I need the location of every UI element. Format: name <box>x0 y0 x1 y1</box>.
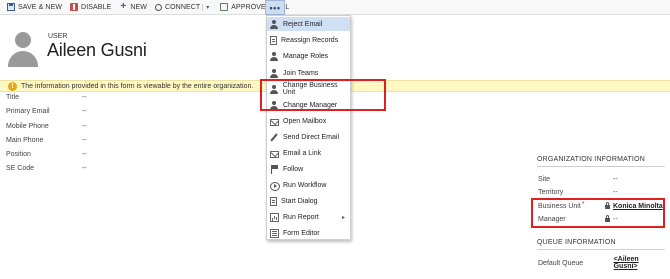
more-commands-menu: Reject Email Reassign Records Manage Rol… <box>266 15 351 240</box>
connect-label: CONNECT <box>164 3 201 11</box>
menu-item-email-a-link[interactable]: Email a Link <box>267 146 350 160</box>
connect-icon <box>154 3 162 11</box>
avatar-head-shape <box>15 32 31 48</box>
menu-item-label: Follow <box>283 165 304 173</box>
field-label: Mobile Phone <box>6 122 49 130</box>
field-value[interactable]: -- <box>82 123 87 130</box>
command-bar: SAVE & NEW DISABLE + NEW CONNECT ▾ APPRO… <box>0 0 670 15</box>
section-divider <box>537 166 665 167</box>
disable-icon <box>70 3 79 11</box>
menu-item-run-workflow[interactable]: Run Workflow <box>267 178 350 192</box>
menu-item-label: Start Dialog <box>281 197 318 205</box>
field-row-se-code: SE Code -- <box>6 163 246 174</box>
menu-item-label: Run Report <box>283 213 319 221</box>
field-label: Title <box>6 94 19 101</box>
menu-item-label: Reject Email <box>283 20 323 28</box>
general-fields: Title -- Primary Email -- Mobile Phone -… <box>6 92 246 178</box>
menu-item-label: Run Workflow <box>283 181 327 189</box>
menu-item-label: Reassign Records <box>281 36 339 44</box>
save-new-label: SAVE & NEW <box>18 3 63 11</box>
menu-item-label: Manage Roles <box>283 52 329 60</box>
field-row-main-phone: Main Phone -- <box>6 135 246 146</box>
mail-icon <box>270 150 279 158</box>
menu-item-manage-roles[interactable]: Manage Roles <box>267 49 350 63</box>
mail-icon <box>270 118 279 126</box>
field-label: SE Code <box>6 165 35 173</box>
document-icon <box>270 196 277 206</box>
highlight-box-menu-items <box>260 79 386 111</box>
approve-icon <box>220 3 229 11</box>
record-title: Aileen Gusni <box>47 40 147 60</box>
person-icon <box>270 19 279 29</box>
section-divider <box>537 249 665 250</box>
field-value[interactable]: -- <box>82 108 87 115</box>
menu-item-label: Send Direct Email <box>283 133 340 141</box>
menu-item-label: Form Editor <box>283 229 320 237</box>
menu-item-follow[interactable]: Follow <box>267 162 350 176</box>
connect-button[interactable]: CONNECT ▾ <box>151 0 216 15</box>
field-row-title: Title -- <box>6 92 246 103</box>
default-queue-label: Default Queue <box>538 259 584 267</box>
menu-item-label: Join Teams <box>283 69 319 77</box>
person-icon <box>270 68 279 78</box>
connect-dropdown-icon[interactable]: ▾ <box>202 3 212 11</box>
menu-item-form-editor[interactable]: Form Editor <box>267 226 350 240</box>
new-button[interactable]: + NEW <box>115 0 151 15</box>
site-field: Site -- <box>538 174 663 184</box>
organization-information-heading: ORGANIZATION INFORMATION <box>537 156 645 163</box>
default-queue-field: Default Queue <Aileen Gusni> <box>538 256 663 270</box>
submenu-arrow-icon: ▸ <box>341 214 345 221</box>
field-value[interactable]: -- <box>82 94 87 101</box>
menu-item-open-mailbox[interactable]: Open Mailbox <box>267 114 350 128</box>
field-value[interactable]: -- <box>82 151 87 158</box>
queue-information-heading: QUEUE INFORMATION <box>537 239 616 246</box>
warning-icon: ! <box>8 81 17 91</box>
default-queue-link[interactable]: <Aileen Gusni> <box>614 256 663 270</box>
disable-button[interactable]: DISABLE <box>66 0 115 15</box>
highlight-box-org-fields <box>531 198 665 228</box>
menu-item-join-teams[interactable]: Join Teams <box>267 66 350 80</box>
field-value[interactable]: -- <box>82 137 87 144</box>
plus-icon: + <box>120 1 127 12</box>
document-icon <box>270 35 277 45</box>
territory-value[interactable]: -- <box>613 189 618 196</box>
field-label: Primary Email <box>6 108 50 116</box>
workflow-icon <box>270 181 280 191</box>
field-label: Main Phone <box>6 136 44 144</box>
avatar[interactable] <box>8 31 38 67</box>
pen-icon <box>270 133 279 142</box>
site-label: Site <box>538 175 551 183</box>
menu-item-label: Email a Link <box>283 149 322 157</box>
menu-item-start-dialog[interactable]: Start Dialog <box>267 194 350 208</box>
save-icon <box>7 3 15 11</box>
field-label: Position <box>6 151 31 159</box>
new-label: NEW <box>130 3 147 11</box>
field-row-position: Position -- <box>6 149 246 160</box>
field-value[interactable]: -- <box>82 165 87 172</box>
field-row-mobile-phone: Mobile Phone -- <box>6 121 246 132</box>
menu-item-label: Open Mailbox <box>283 117 327 125</box>
territory-label: Territory <box>538 188 564 196</box>
avatar-body-shape <box>8 51 38 67</box>
entity-type-label: USER <box>48 33 68 40</box>
field-row-primary-email: Primary Email -- <box>6 106 246 117</box>
person-icon <box>270 51 279 61</box>
territory-field: Territory -- <box>538 187 663 197</box>
site-value[interactable]: -- <box>613 176 618 183</box>
save-new-button[interactable]: SAVE & NEW <box>3 0 66 15</box>
menu-item-run-report[interactable]: Run Report ▸ <box>267 210 350 224</box>
notification-text: The information provided in this form is… <box>21 82 254 90</box>
form-icon <box>270 228 279 238</box>
menu-item-reject-email[interactable]: Reject Email <box>267 17 350 31</box>
report-icon <box>270 212 279 222</box>
more-commands-button[interactable]: ••• <box>265 0 285 15</box>
flag-icon <box>270 164 279 174</box>
disable-label: DISABLE <box>81 3 112 11</box>
menu-item-reassign-records[interactable]: Reassign Records <box>267 33 350 47</box>
menu-item-send-direct-email[interactable]: Send Direct Email <box>267 130 350 144</box>
